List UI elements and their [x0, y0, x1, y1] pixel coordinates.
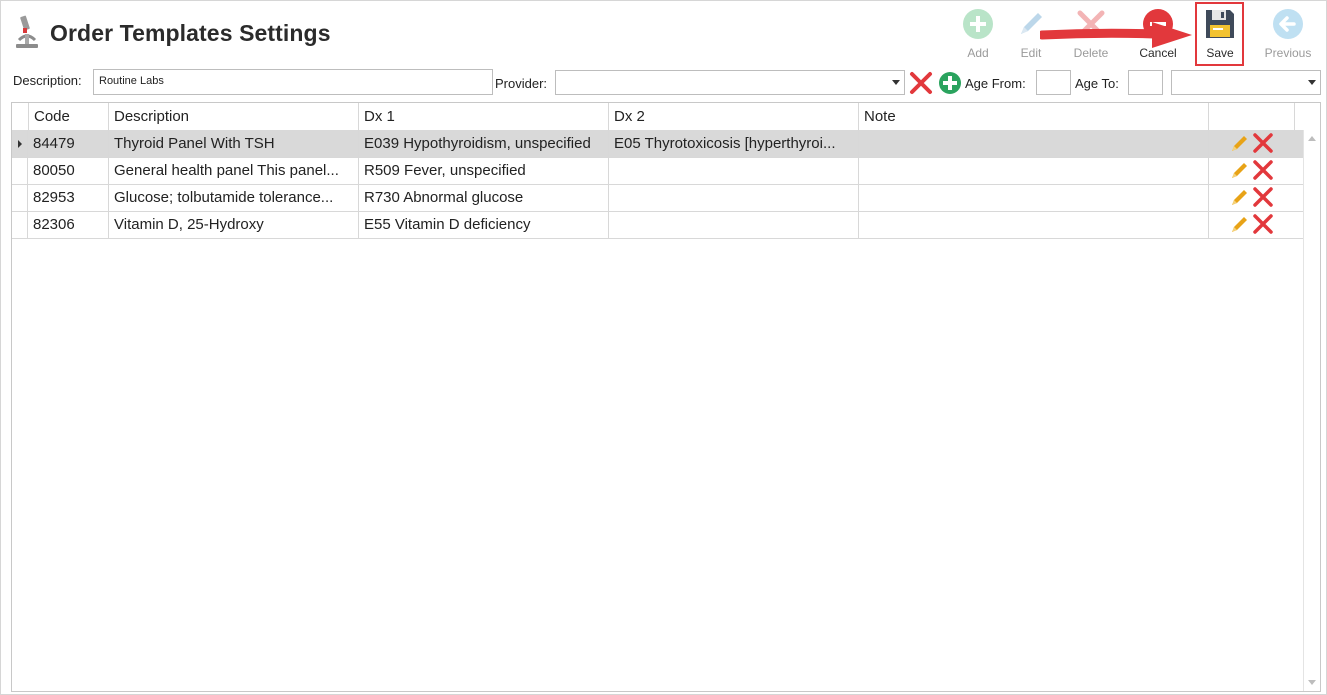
row-indicator	[12, 157, 28, 184]
page-title: Order Templates Settings	[50, 20, 331, 46]
cell-dx2: E05 Thyrotoxicosis [hyperthyroi...	[609, 130, 859, 157]
cell-note	[859, 130, 1209, 157]
cell-dx1: R509 Fever, unspecified	[359, 157, 609, 184]
previous-button[interactable]: Previous	[1260, 8, 1316, 64]
scroll-down-icon[interactable]	[1308, 680, 1316, 685]
templates-grid: Code Description Dx 1 Dx 2 Note 84479 Th…	[11, 102, 1321, 692]
cell-dx2	[609, 184, 859, 211]
provider-label: Provider:	[495, 76, 548, 91]
age-from-input[interactable]	[1036, 70, 1071, 95]
cell-code: 82306	[28, 211, 109, 238]
cell-description: Vitamin D, 25-Hydroxy	[109, 211, 359, 238]
cell-description: General health panel This panel...	[109, 157, 359, 184]
description-value: Routine Labs	[99, 75, 164, 87]
add-label: Add	[967, 46, 989, 60]
cell-description: Thyroid Panel With TSH	[109, 130, 359, 157]
age-from-label: Age From:	[965, 76, 1026, 91]
description-label: Description:	[13, 73, 82, 88]
delete-row-icon[interactable]	[1252, 213, 1274, 235]
callout-arrow-icon	[1040, 22, 1192, 48]
microscope-icon	[16, 15, 38, 48]
cell-dx2	[609, 157, 859, 184]
clear-provider-icon[interactable]	[909, 71, 933, 95]
arrow-left-circle-icon	[1273, 9, 1303, 39]
age-to-label: Age To:	[1075, 76, 1119, 91]
delete-row-icon[interactable]	[1252, 159, 1274, 181]
cell-note	[859, 184, 1209, 211]
table-row[interactable]: 82306 Vitamin D, 25-Hydroxy E55 Vitamin …	[12, 211, 1305, 239]
cell-dx1: E55 Vitamin D deficiency	[359, 211, 609, 238]
grid-header: Code Description Dx 1 Dx 2 Note	[12, 103, 1320, 131]
add-button[interactable]: Add	[950, 8, 1006, 64]
column-header-code[interactable]: Code	[29, 103, 109, 130]
cell-code: 82953	[28, 184, 109, 211]
column-header-dx1[interactable]: Dx 1	[359, 103, 609, 130]
cell-code: 84479	[28, 130, 109, 157]
header-row-indicator	[12, 103, 29, 130]
cell-code: 80050	[28, 157, 109, 184]
chevron-down-icon	[892, 80, 900, 85]
add-provider-icon[interactable]	[938, 71, 962, 95]
provider-select[interactable]	[555, 70, 905, 95]
delete-row-icon[interactable]	[1252, 186, 1274, 208]
pencil-icon[interactable]	[1229, 186, 1251, 208]
description-input[interactable]: Routine Labs	[93, 69, 493, 95]
row-indicator	[12, 211, 28, 238]
column-header-actions	[1209, 103, 1295, 130]
vertical-scrollbar[interactable]	[1303, 130, 1320, 691]
cell-description: Glucose; tolbutamide tolerance...	[109, 184, 359, 211]
row-indicator	[12, 184, 28, 211]
chevron-down-icon	[1308, 80, 1316, 85]
table-row[interactable]: 82953 Glucose; tolbutamide tolerance... …	[12, 184, 1305, 212]
cell-dx1: R730 Abnormal glucose	[359, 184, 609, 211]
table-row[interactable]: 84479 Thyroid Panel With TSH E039 Hypoth…	[12, 130, 1305, 158]
cell-dx1: E039 Hypothyroidism, unspecified	[359, 130, 609, 157]
pencil-icon[interactable]	[1229, 213, 1251, 235]
cell-dx2	[609, 211, 859, 238]
save-highlight-box	[1195, 2, 1244, 66]
column-header-note[interactable]: Note	[859, 103, 1209, 130]
scroll-up-icon[interactable]	[1308, 136, 1316, 141]
table-row[interactable]: 80050 General health panel This panel...…	[12, 157, 1305, 185]
plus-circle-icon	[963, 9, 993, 39]
column-header-description[interactable]: Description	[109, 103, 359, 130]
current-row-icon	[18, 140, 22, 148]
row-indicator	[12, 130, 28, 157]
previous-label: Previous	[1264, 46, 1312, 60]
pencil-icon[interactable]	[1229, 159, 1251, 181]
pencil-icon[interactable]	[1229, 132, 1251, 154]
column-header-dx2[interactable]: Dx 2	[609, 103, 859, 130]
age-to-input[interactable]	[1128, 70, 1163, 95]
cell-note	[859, 211, 1209, 238]
cell-note	[859, 157, 1209, 184]
delete-row-icon[interactable]	[1252, 132, 1274, 154]
age-unit-select[interactable]	[1171, 70, 1321, 95]
